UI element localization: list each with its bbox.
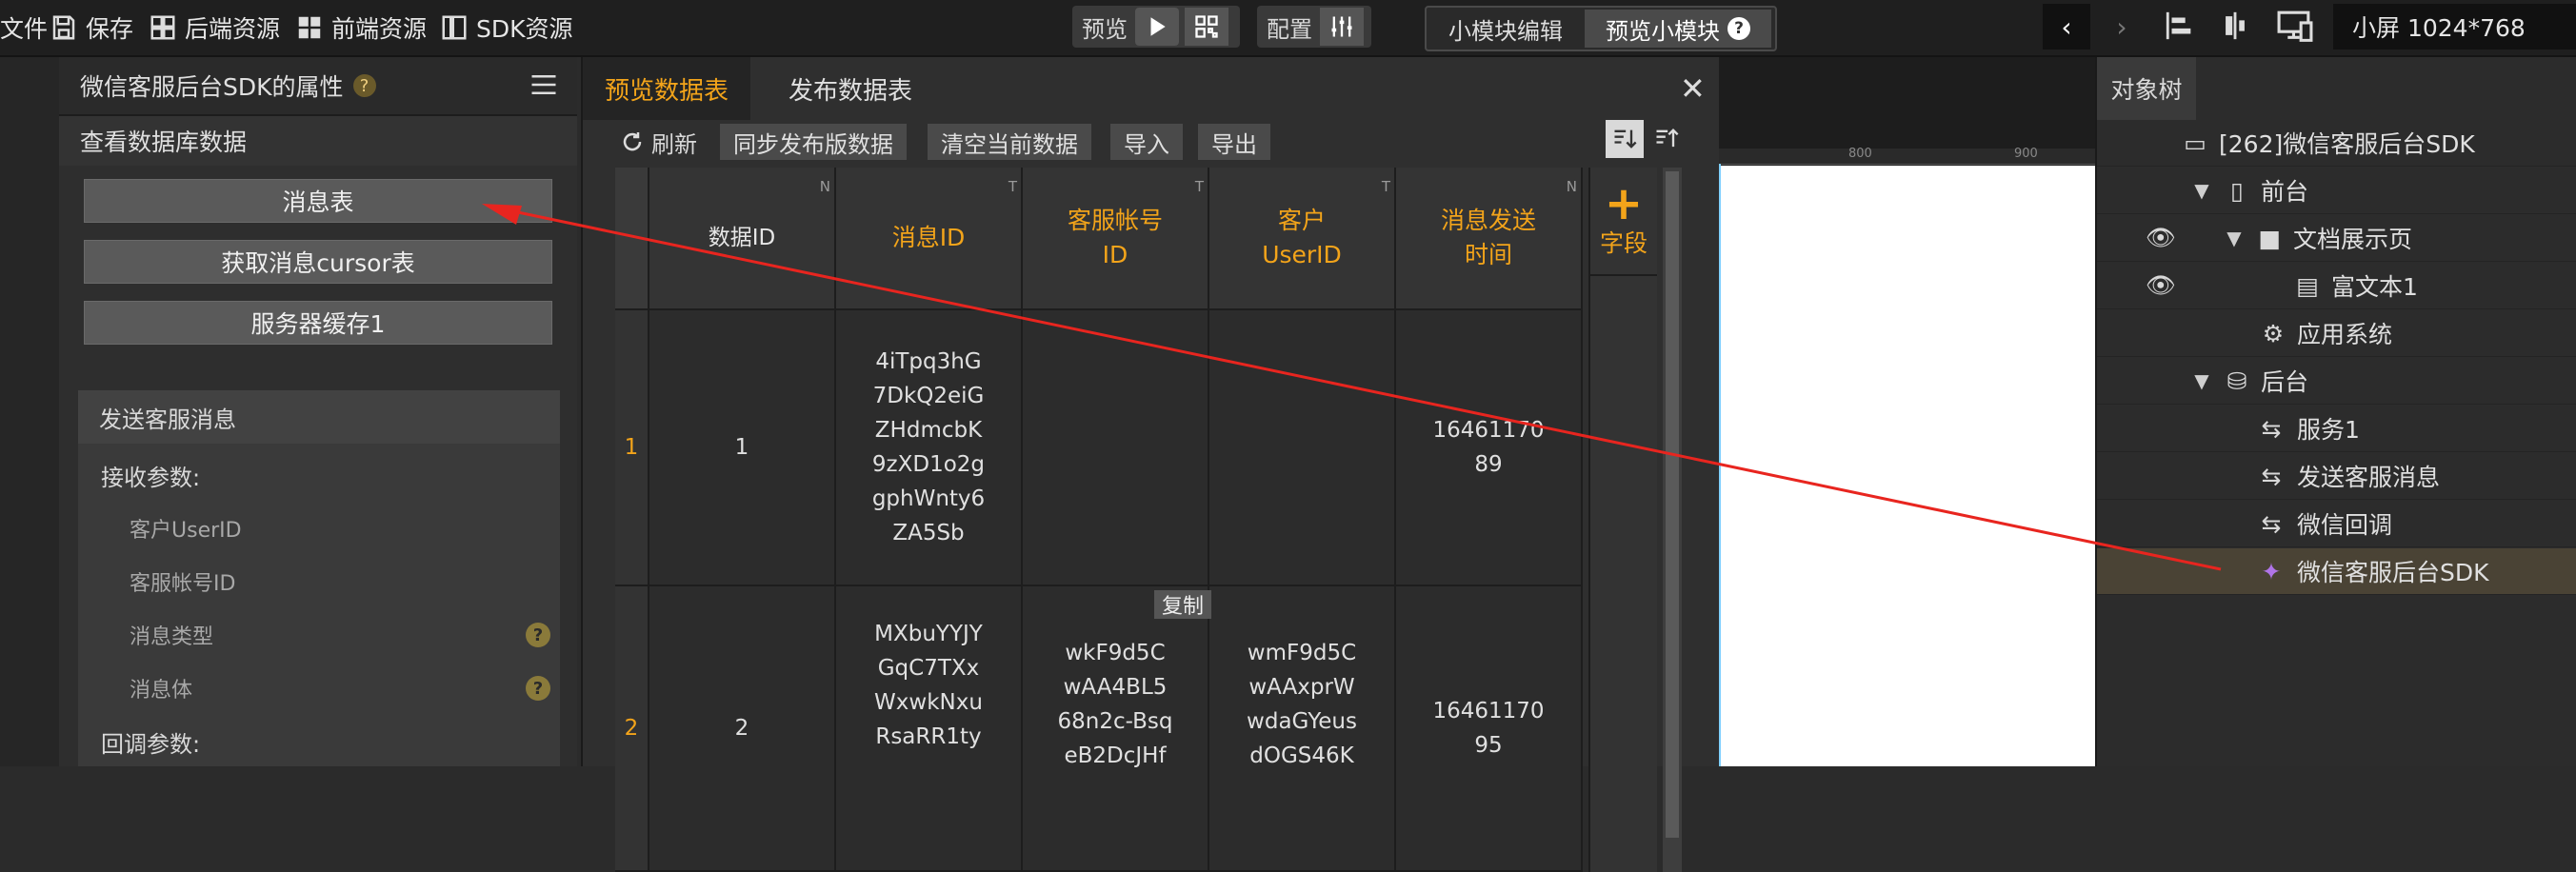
annotation-arrow <box>482 204 2222 571</box>
